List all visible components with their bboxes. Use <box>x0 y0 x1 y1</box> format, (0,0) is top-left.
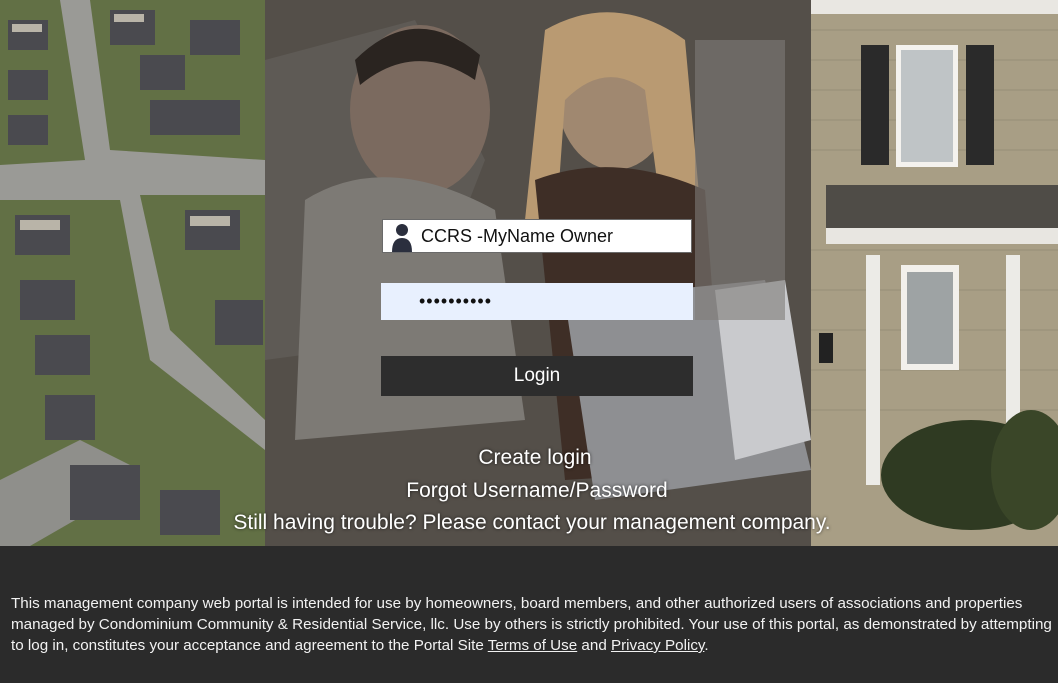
disclaimer-and: and <box>577 637 611 654</box>
privacy-policy-link[interactable]: Privacy Policy <box>611 637 704 654</box>
login-button[interactable]: Login <box>381 356 693 396</box>
username-field[interactable] <box>382 219 692 253</box>
username-input[interactable] <box>417 225 691 247</box>
user-icon <box>391 220 417 252</box>
footer: This management company web portal is in… <box>0 546 1058 683</box>
help-message: Still having trouble? Please contact you… <box>233 511 831 534</box>
footer-disclaimer: This management company web portal is in… <box>11 593 1057 656</box>
create-login-link[interactable]: Create login <box>0 446 1058 470</box>
login-form: Login Create login Forgot Username/Passw… <box>0 0 1058 546</box>
password-field[interactable] <box>381 283 693 320</box>
forgot-credentials-link[interactable]: Forgot Username/Password <box>0 479 1058 503</box>
disclaimer-period: . <box>704 637 709 654</box>
password-input[interactable] <box>381 290 693 313</box>
terms-of-use-link[interactable]: Terms of Use <box>488 637 577 654</box>
hero-banner: Login Create login Forgot Username/Passw… <box>0 0 1058 546</box>
